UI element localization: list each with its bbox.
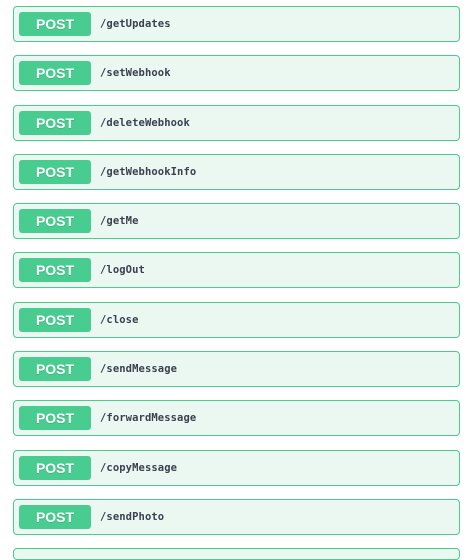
operation-path: /getUpdates bbox=[100, 18, 171, 30]
operation-partial-row[interactable] bbox=[13, 548, 460, 560]
method-badge: POST bbox=[19, 307, 91, 332]
operation-post-sendmessage[interactable]: POST /sendMessage bbox=[13, 351, 460, 388]
operation-post-close[interactable]: POST /close bbox=[13, 301, 460, 338]
method-badge: POST bbox=[19, 12, 91, 36]
operation-path: /forwardMessage bbox=[100, 412, 197, 425]
operations-list: POST /getUpdates POST /setWebhook POST /… bbox=[13, 6, 460, 548]
operation-post-copymessage[interactable]: POST /copyMessage bbox=[13, 449, 460, 486]
method-badge: POST bbox=[19, 258, 91, 283]
operation-path: /sendPhoto bbox=[100, 510, 165, 523]
operation-post-logout[interactable]: POST /logOut bbox=[13, 252, 460, 289]
method-badge: POST bbox=[19, 61, 91, 86]
method-badge: POST bbox=[19, 110, 91, 135]
operation-post-getme[interactable]: POST /getMe bbox=[13, 203, 460, 240]
operation-post-forwardmessage[interactable]: POST /forwardMessage bbox=[13, 400, 460, 437]
operation-post-setwebhook[interactable]: POST /setWebhook bbox=[13, 55, 460, 92]
operation-post-sendphoto[interactable]: POST /sendPhoto bbox=[13, 498, 460, 535]
method-badge: POST bbox=[19, 159, 91, 184]
operation-post-getwebhookinfo[interactable]: POST /getWebhookInfo bbox=[13, 153, 460, 190]
operation-post-deletewebhook[interactable]: POST /deleteWebhook bbox=[13, 104, 460, 141]
operation-path: /logOut bbox=[100, 264, 145, 277]
operation-path: /sendMessage bbox=[100, 363, 178, 376]
method-badge: POST bbox=[19, 357, 91, 382]
operation-path: /copyMessage bbox=[100, 461, 178, 474]
operation-post-getupdates[interactable]: POST /getUpdates bbox=[13, 6, 460, 42]
method-badge: POST bbox=[19, 504, 91, 529]
operation-path: /getMe bbox=[100, 215, 139, 228]
method-badge: POST bbox=[19, 455, 91, 480]
operation-path: /deleteWebhook bbox=[100, 116, 190, 129]
operation-path: /setWebhook bbox=[100, 67, 171, 80]
method-badge: POST bbox=[19, 209, 91, 234]
operation-path: /getWebhookInfo bbox=[100, 165, 197, 178]
method-badge: POST bbox=[19, 406, 91, 431]
operation-path: /close bbox=[100, 313, 139, 326]
